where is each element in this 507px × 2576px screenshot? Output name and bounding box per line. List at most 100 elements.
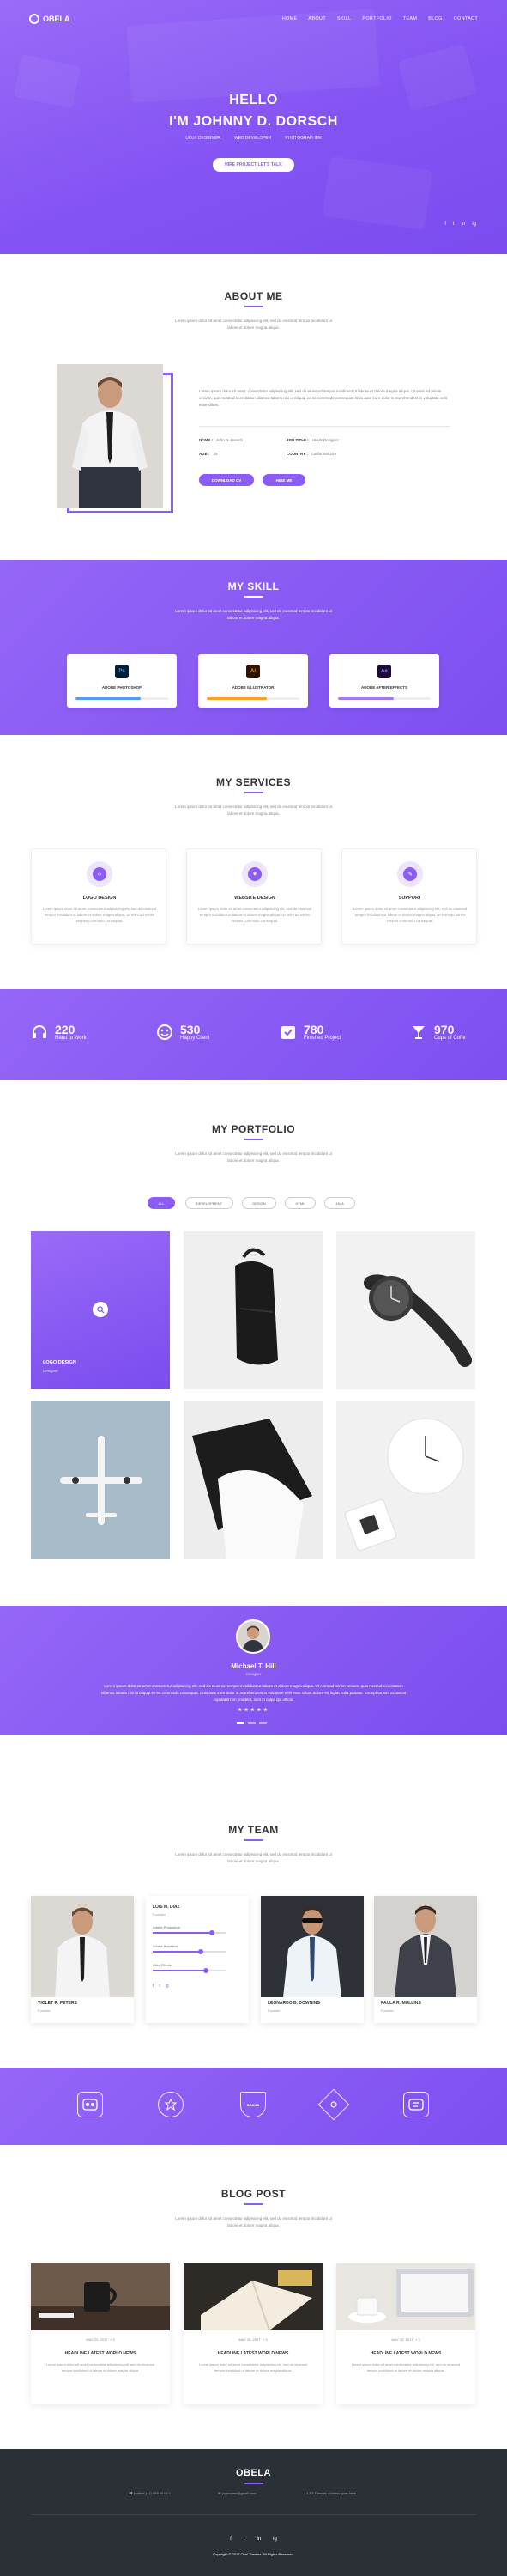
title-underline [244,1139,263,1140]
blog-description: Lorem ipsum dolor sit amet consectetur a… [175,2216,332,2227]
blog-date: MAY 20, 2017 [238,2337,261,2342]
nav-item-about[interactable]: ABOUT [308,16,325,21]
counter: 220 Hand to Work [31,1024,87,1041]
filter-development[interactable]: DEVELOPMENT [185,1197,233,1209]
counter-number: 780 [304,1023,324,1036]
nav-item-skill[interactable]: SKILL [337,16,351,21]
skill-label: Adobe Photoshop [153,1925,180,1929]
blog-post-excerpt: Lorem ipsum dolor sit amet consectetur a… [198,2362,308,2372]
blog-post-excerpt: Lorem ipsum dolor sit amet consectetur a… [45,2362,155,2372]
instagram-icon[interactable]: ig [166,1984,169,1989]
code-icon: ‹› [87,861,112,887]
about-body-text: Lorem ipsum dolor sit amet, consectetur … [199,389,447,407]
filter-all[interactable]: ALL [148,1197,175,1209]
hire-project-button[interactable]: HIRE PROJECT LET'S TALK [213,158,294,172]
footer-email[interactable]: ✉ yourname@gmail.com [218,2491,257,2495]
blog-card[interactable]: MAY 20, 2017 ▪ 3 HEADLINE LATEST WORLD N… [31,2263,170,2404]
download-cv-button[interactable]: DOWNLOAD CV [199,474,254,486]
blog-image [336,2263,475,2330]
check-icon [280,1024,297,1041]
portfolio-item[interactable] [184,1401,323,1559]
portfolio-item[interactable] [336,1231,475,1389]
smile-icon [156,1024,173,1041]
rating-stars: ★★★★★ [238,1708,269,1713]
profile-photo [57,364,163,508]
search-icon[interactable] [93,1302,108,1317]
blog-meta: MAY 20, 2017 ▪ 3 [184,2337,323,2342]
portfolio-item[interactable]: LOGO DESIGN Designer [31,1231,170,1389]
client-logo[interactable]: BRAND [240,2092,266,2117]
skill-progress [338,697,431,700]
team-social-icons: f t ig [153,1984,169,1989]
skill-progress-fill [75,697,141,700]
portfolio-item[interactable] [184,1231,323,1389]
instagram-icon[interactable]: ig [472,222,476,227]
twitter-icon[interactable]: t [453,222,455,227]
nav-item-blog[interactable]: BLOG [428,16,442,21]
team-photo [261,1896,364,1997]
team-member-role: Founder [38,2008,51,2013]
carousel-dot[interactable] [237,1722,244,1724]
nav-item-portfolio[interactable]: PORTFOLIO [362,16,391,21]
twitter-icon[interactable]: t [159,1984,160,1989]
skill-card: Ps ADOBE PHOTOSHOP [67,654,177,708]
facebook-icon[interactable]: f [230,2537,232,2542]
twitter-icon[interactable]: t [244,2537,245,2542]
hero-section: HELLO I'M JOHNNY D. DORSCH UI/UX DESIGNE… [0,0,507,254]
carousel-dot[interactable] [248,1722,256,1724]
blog-title: BLOG POST [220,2188,287,2200]
team-description: Lorem ipsum dolor sit amet consectetur a… [175,1852,332,1863]
carousel-dot[interactable] [259,1722,267,1724]
nav-item-contact[interactable]: CONTACT [454,16,478,21]
instagram-icon[interactable]: ig [273,2537,277,2542]
blog-card[interactable]: MAY 20, 2017 ▪ 3 HEADLINE LATEST WORLD N… [336,2263,475,2404]
comment-count: 3 [112,2337,115,2342]
blog-post-title[interactable]: HEADLINE LATEST WORLD NEWS [184,2351,323,2356]
avatar [236,1619,270,1654]
linkedin-icon[interactable]: in [257,2537,262,2542]
client-logo[interactable] [77,2092,103,2117]
team-photo [374,1896,477,1997]
facebook-icon[interactable]: f [153,1984,154,1989]
team-member-role: Founder [268,2008,281,2013]
nav-menu: HOME ABOUT SKILL PORTFOLIO TEAM BLOG CON… [282,16,478,21]
counter-label: Cups of Coffe [434,1036,466,1041]
testimonial-name: Michael T. Hill [231,1662,276,1670]
about-description: Lorem ipsum dolor sit amet consectetur a… [175,319,332,330]
service-text: Lorem ipsum dolor sit amet consectetur a… [197,907,312,923]
service-card: ♥ WEBSITE DESIGN Lorem ipsum dolor sit a… [186,848,322,945]
facebook-icon[interactable]: f [444,222,446,227]
title-underline [244,2203,263,2205]
team-member-name: PAULA R. MULLINS [381,2001,421,2006]
skill-progress [207,697,299,700]
skill-slider [153,1968,226,1973]
blog-post-title[interactable]: HEADLINE LATEST WORLD NEWS [336,2351,475,2356]
client-logo[interactable] [403,2092,429,2117]
filter-design[interactable]: DESIGN [242,1197,276,1209]
testimonial-text: Lorem ipsum dolor sit amet consectetur a… [101,1684,406,1702]
filter-html[interactable]: HTML [285,1197,316,1209]
brand-name: OBELA [43,15,70,23]
hero-role: PHOTOGRAPHER [285,136,322,141]
service-title: SUPPORT [398,896,422,901]
service-title: LOGO DESIGN [82,896,117,901]
about-title: ABOUT ME [224,290,283,302]
brand-logo[interactable]: OBELA [29,14,70,24]
portfolio-item[interactable] [31,1401,170,1559]
hire-me-button[interactable]: HIRE ME [263,474,305,486]
top-nav: OBELA HOME ABOUT SKILL PORTFOLIO TEAM BL… [0,0,507,38]
team-card: PAULA R. MULLINS Founder [374,1896,477,2023]
testimonial-role: Designer [245,1672,262,1676]
nav-item-home[interactable]: HOME [282,16,298,21]
footer-underline [244,2483,263,2484]
client-logo[interactable] [158,2092,184,2117]
skill-progress-fill [338,697,394,700]
blog-post-title[interactable]: HEADLINE LATEST WORLD NEWS [31,2351,170,2356]
hero-roles: UI/UX DESIGNER WEB DEVELOPER PHOTOGRAPHE… [0,136,507,141]
team-card: LEONARDO B. DOWNING Founder [261,1896,364,2023]
linkedin-icon[interactable]: in [462,222,466,227]
filter-java[interactable]: JAVA [324,1197,355,1209]
blog-card[interactable]: MAY 20, 2017 ▪ 3 HEADLINE LATEST WORLD N… [184,2263,323,2404]
nav-item-team[interactable]: TEAM [403,16,417,21]
portfolio-item[interactable] [336,1401,475,1559]
